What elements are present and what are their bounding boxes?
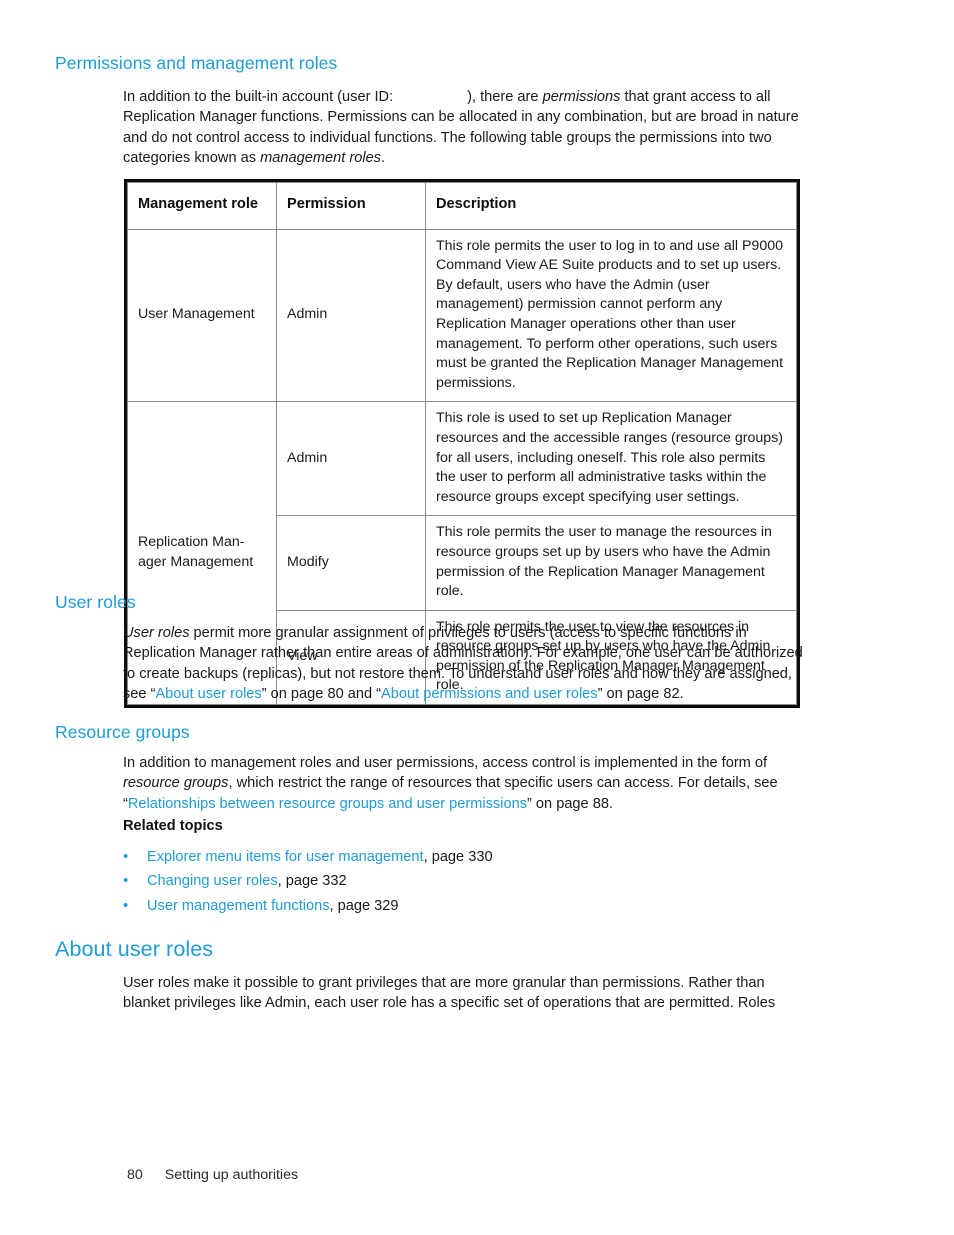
- cell-role-user-management: User Management: [127, 228, 277, 403]
- emphasis-permissions: permissions: [542, 89, 621, 105]
- text-part: ), there are: [467, 89, 543, 105]
- cell-description: This role permits the user to manage the…: [425, 515, 797, 611]
- related-topics-label: Related topics: [123, 818, 223, 834]
- page-reference: , page 332: [277, 873, 347, 890]
- table-header-row: Management role Permission Description: [127, 182, 797, 230]
- page-reference: , page 330: [423, 849, 493, 865]
- link-about-user-roles[interactable]: About user roles: [155, 686, 261, 702]
- cell-description: This role permits the user to log in to …: [425, 228, 797, 403]
- cell-permission-modify: Modify: [276, 515, 426, 611]
- text-part: In addition to management roles and user…: [123, 755, 768, 771]
- heading-permissions-and-management-roles: Permissions and management roles: [55, 53, 338, 73]
- page-footer: 80 Setting up authorities: [127, 1167, 298, 1183]
- text-part: In addition to the built-in account (use…: [123, 89, 394, 105]
- emphasis-user-roles: User roles: [123, 625, 190, 641]
- paragraph-resource-groups: In addition to management roles and user…: [123, 753, 811, 814]
- heading-resource-groups: Resource groups: [55, 722, 190, 742]
- footer-page-number: 80: [127, 1167, 143, 1183]
- heading-about-user-roles: About user roles: [55, 937, 214, 961]
- cell-description: This role is used to set up Replication …: [425, 401, 797, 517]
- paragraph-permissions-intro: In addition to the built-in account (use…: [123, 87, 811, 168]
- column-header-description: Description: [425, 182, 797, 230]
- paragraph-about-user-roles: User roles make it possible to grant pri…: [123, 975, 776, 1012]
- link-explorer-menu-items-for-user-management[interactable]: Explorer menu items for user management: [147, 849, 424, 865]
- heading-user-roles: User roles: [55, 592, 136, 612]
- list-item: • User management functions, page 329: [123, 894, 803, 918]
- column-header-permission: Permission: [276, 182, 426, 230]
- link-about-permissions-and-user-roles[interactable]: About permissions and user roles: [381, 686, 598, 702]
- column-header-management-role: Management role: [127, 182, 277, 230]
- list-item: • Explorer menu items for user managemen…: [123, 845, 803, 869]
- emphasis-management-roles: management roles: [260, 149, 381, 166]
- related-topics-list: • Explorer menu items for user managemen…: [123, 845, 803, 918]
- list-item-content: User management functions, page 329: [147, 894, 803, 918]
- text-part: ” on page 80 and “: [261, 685, 382, 702]
- list-item-content: Changing user roles, page 332: [147, 869, 803, 893]
- text-part: ” on page 88.: [527, 795, 614, 812]
- footer-section-title: Setting up authorities: [164, 1167, 299, 1183]
- text-part: .: [380, 149, 386, 166]
- table-row: Replication Man-ager Management Admin Th…: [127, 401, 797, 706]
- list-item-content: Explorer menu items for user management,…: [147, 845, 803, 869]
- bullet-icon: •: [123, 896, 129, 914]
- link-changing-user-roles[interactable]: Changing user roles: [147, 873, 278, 889]
- table-row: User Management Admin This role permits …: [127, 228, 797, 403]
- link-user-management-functions[interactable]: User management functions: [147, 898, 330, 914]
- document-page: Permissions and management roles In addi…: [0, 0, 954, 1235]
- cell-permission-admin: Admin: [276, 401, 426, 517]
- list-item: • Changing user roles, page 332: [123, 869, 803, 893]
- link-relationships-between-resource-groups-and-user-permissions[interactable]: Relationships between resource groups an…: [128, 796, 527, 812]
- text-part: ” on page 82.: [597, 685, 684, 702]
- bullet-icon: •: [123, 872, 129, 890]
- bullet-icon: •: [123, 848, 129, 865]
- page-reference: , page 329: [329, 897, 399, 914]
- emphasis-resource-groups: resource groups: [123, 775, 229, 792]
- paragraph-user-roles: User roles permit more granular assignme…: [123, 623, 811, 704]
- cell-permission-admin: Admin: [276, 228, 426, 403]
